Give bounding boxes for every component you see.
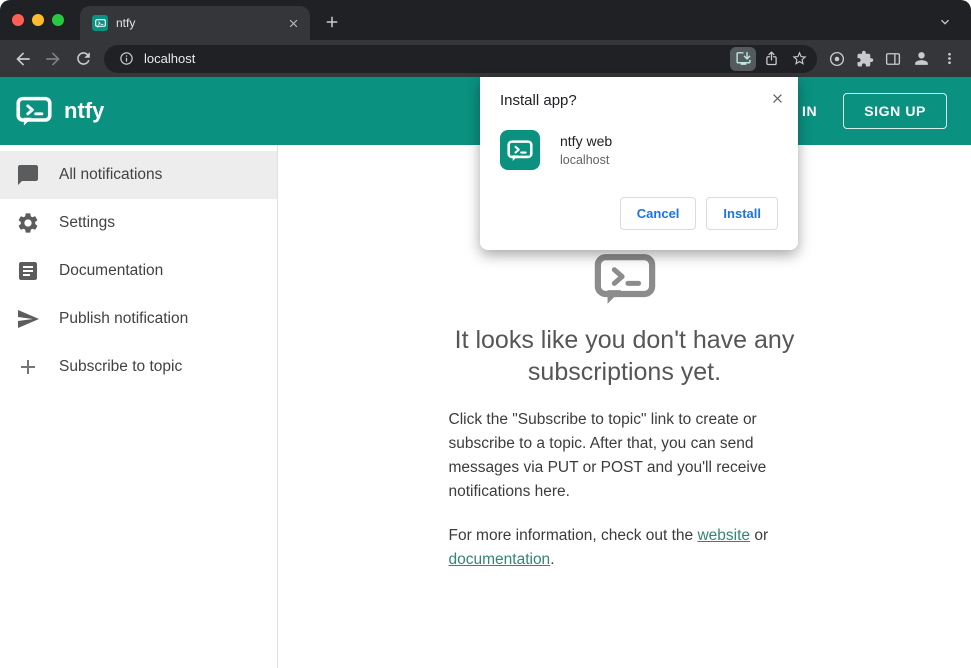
sidebar-item-publish-notification[interactable]: Publish notification [0, 295, 277, 343]
dialog-actions: Cancel Install [500, 197, 778, 230]
address-bar[interactable]: localhost [104, 44, 817, 73]
install-button[interactable]: Install [706, 197, 778, 230]
tab-title: ntfy [116, 16, 136, 30]
sidebar-item-documentation[interactable]: Documentation [0, 247, 277, 295]
share-icon[interactable] [758, 47, 784, 71]
ntfy-favicon [92, 15, 108, 31]
toolbar-right-cluster [823, 44, 963, 74]
sidebar-item-settings[interactable]: Settings [0, 199, 277, 247]
article-icon [16, 259, 40, 283]
dialog-app-name: ntfy web [560, 133, 613, 149]
traffic-lights [12, 0, 64, 40]
dialog-app-icon [500, 130, 540, 170]
chat-bubble-icon [16, 163, 40, 187]
sidebar-item-label: Subscribe to topic [59, 358, 183, 375]
close-window-button[interactable] [12, 14, 24, 26]
install-app-dialog: Install app? ntfy web localhost Cancel I… [480, 77, 798, 250]
more-info-prefix: For more information, check out the [448, 527, 698, 544]
sidebar-item-label: Publish notification [59, 310, 189, 327]
more-info-mid: or [750, 527, 769, 544]
app-title: ntfy [64, 98, 105, 123]
sidebar: All notifications Settings Documentation… [0, 145, 278, 668]
heading-line-2: subscriptions yet. [527, 358, 722, 386]
dialog-app-info: ntfy web localhost [560, 133, 612, 167]
profile-avatar-icon[interactable] [907, 44, 935, 74]
forward-icon[interactable] [38, 44, 68, 74]
sign-up-button[interactable]: SIGN UP [843, 93, 947, 129]
more-info-suffix: . [550, 551, 555, 568]
sidebar-item-label: Documentation [59, 262, 164, 279]
zoom-window-button[interactable] [52, 14, 64, 26]
dialog-title: Install app? [500, 92, 577, 109]
back-icon[interactable] [8, 44, 38, 74]
browser-menu-icon[interactable] [935, 44, 963, 74]
plus-icon [16, 355, 40, 379]
extensions-puzzle-icon[interactable] [851, 44, 879, 74]
empty-state-paragraph: Click the "Subscribe to topic" link to c… [448, 411, 767, 500]
heading-line-1: It looks like you don't have any [454, 326, 795, 354]
password-extension-icon[interactable] [823, 44, 851, 74]
ntfy-empty-state-icon [594, 254, 655, 304]
sidebar-item-all-notifications[interactable]: All notifications [0, 151, 277, 199]
cancel-button[interactable]: Cancel [619, 197, 697, 230]
reload-icon[interactable] [68, 44, 98, 74]
more-info-paragraph: For more information, check out the webs… [449, 524, 801, 572]
sidebar-item-label: All notifications [59, 166, 163, 183]
install-app-icon[interactable] [730, 46, 756, 71]
documentation-link[interactable]: documentation [449, 551, 551, 568]
dialog-app-origin: localhost [560, 153, 610, 167]
dialog-app-row: ntfy web localhost [500, 130, 778, 170]
site-info-icon[interactable] [116, 49, 136, 69]
sidebar-item-label: Settings [59, 214, 116, 231]
browser-window: ntfy localhost ntfy IN SIGN UP All notif… [0, 0, 971, 668]
bookmark-star-icon[interactable] [786, 47, 812, 71]
sidebar-item-subscribe-to-topic[interactable]: Subscribe to topic [0, 343, 277, 391]
tab-close-icon[interactable] [284, 14, 302, 32]
side-panel-icon[interactable] [879, 44, 907, 74]
url-text: localhost [144, 51, 196, 66]
tab-search-chevron-icon[interactable] [931, 8, 959, 36]
dialog-close-icon[interactable] [766, 87, 788, 109]
website-link[interactable]: website [697, 527, 750, 544]
empty-state-heading: It looks like you don't have any subscri… [449, 324, 801, 388]
tab-strip: ntfy [0, 0, 971, 40]
new-tab-button[interactable] [318, 8, 346, 36]
minimize-window-button[interactable] [32, 14, 44, 26]
browser-toolbar: localhost [0, 40, 971, 77]
ntfy-logo-icon [16, 96, 52, 126]
gear-icon [16, 211, 40, 235]
browser-tab[interactable]: ntfy [80, 6, 310, 40]
send-icon [16, 307, 40, 331]
